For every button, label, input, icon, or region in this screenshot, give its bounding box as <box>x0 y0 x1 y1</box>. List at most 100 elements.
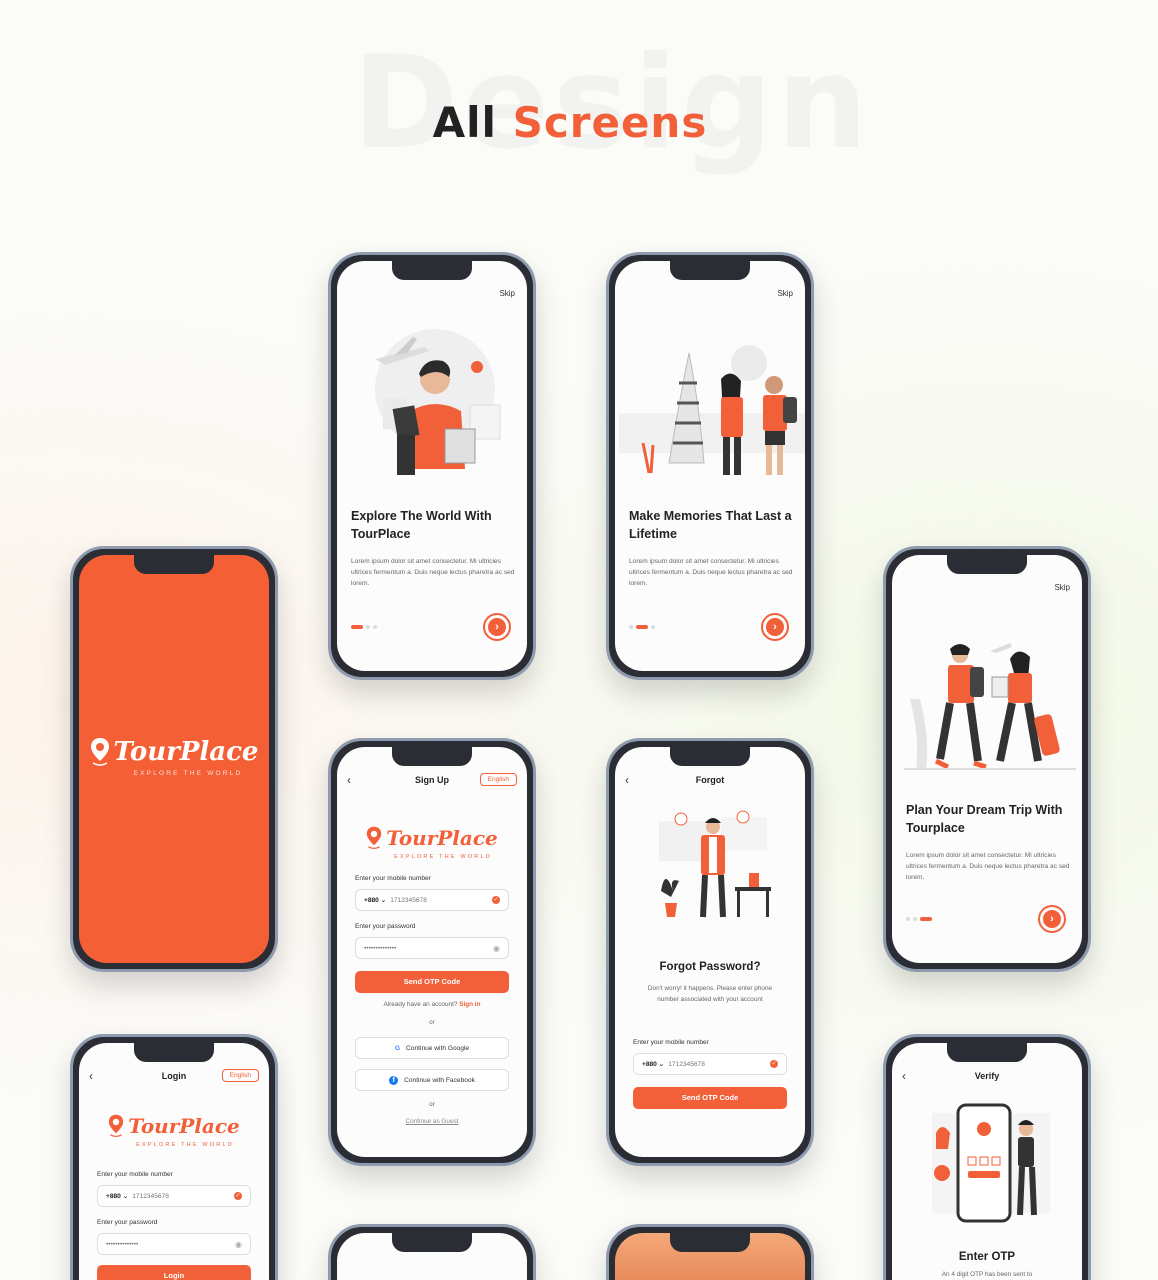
check-icon: ✓ <box>770 1060 778 1068</box>
indicator-dot <box>351 625 363 629</box>
password-field[interactable]: •••••••••••••• ◉ <box>355 937 509 959</box>
notch <box>947 555 1027 574</box>
page-indicator <box>629 625 655 629</box>
next-button[interactable]: › <box>761 613 789 641</box>
brand-name: TourPlace <box>113 737 259 767</box>
google-label: Continue with Google <box>406 1044 470 1052</box>
phone-splash: TourPlace EXPLORE THE WORLD <box>70 546 278 972</box>
skip-link[interactable]: Skip <box>1054 583 1070 592</box>
check-icon: ✓ <box>492 896 500 904</box>
couple-city-illustration <box>619 345 805 475</box>
language-button[interactable]: English <box>479 773 517 786</box>
or-divider: or <box>429 1019 435 1026</box>
indicator-dot <box>913 917 917 921</box>
password-value: •••••••••••••• <box>364 944 397 952</box>
onboarding-title: Plan Your Dream Trip With Tourplace <box>906 803 1063 835</box>
onboarding-title: Make Memories That Last a Lifetime <box>629 509 792 541</box>
mobile-value: 1712345678 <box>390 896 427 904</box>
next-button[interactable]: › <box>1038 905 1066 933</box>
password-label: Enter your password <box>97 1219 158 1226</box>
page-headline: All Screens <box>0 98 1140 147</box>
eye-icon[interactable]: ◉ <box>493 944 500 953</box>
chevron-right-icon: › <box>488 618 506 636</box>
indicator-dot <box>906 917 910 921</box>
country-code-select[interactable]: +880 ⌄ <box>106 1192 128 1200</box>
skip-link[interactable]: Skip <box>499 289 515 298</box>
phone-forgot: ‹ Forgot Forgot Password? Don't worry! i… <box>606 738 814 1166</box>
brand-logo: TourPlace EXPLORE THE WORLD <box>337 825 527 860</box>
page-indicator <box>351 625 377 629</box>
indicator-dot <box>366 625 370 629</box>
brand-tagline: EXPLORE THE WORLD <box>394 854 492 860</box>
login-screen: ‹ Login English TourPlace EXPLORE THE WO… <box>79 1043 269 1280</box>
send-otp-button[interactable]: Send OTP Code <box>633 1087 787 1109</box>
brand-logo: TourPlace EXPLORE THE WORLD <box>79 1113 269 1148</box>
mobile-label: Enter your mobile number <box>633 1039 709 1046</box>
headline-accent: Screens <box>512 98 708 147</box>
onboarding-screen-3: Skip Plan Your Dream Trip With Tourplace… <box>892 555 1082 963</box>
onboarding-screen-1: Skip Explore The World With TourPlace Lo… <box>337 261 527 671</box>
chevron-right-icon: › <box>1043 910 1061 928</box>
traveler-illustration <box>375 329 501 475</box>
brand-name: TourPlace <box>386 826 498 850</box>
splash-screen: TourPlace EXPLORE THE WORLD <box>79 555 269 963</box>
have-account-label: Already have an account? <box>383 1001 458 1008</box>
onboarding-body: Lorem ipsum dolor sit amet consectetur. … <box>351 558 515 587</box>
phone-onboarding-1: Skip Explore The World With TourPlace Lo… <box>328 252 536 680</box>
skip-link[interactable]: Skip <box>777 289 793 298</box>
verify-description: An 4 digit OTP has been sent to <box>941 1271 1033 1278</box>
forgot-description: Don't worry! it happens. Please enter ph… <box>647 985 773 1003</box>
notch <box>947 1043 1027 1062</box>
map-pin-icon <box>109 1114 124 1137</box>
notch <box>670 1233 750 1252</box>
map-pin-icon <box>367 826 382 849</box>
verify-heading: Enter OTP <box>958 1251 1016 1263</box>
indicator-dot <box>373 625 377 629</box>
language-button[interactable]: English <box>221 1069 259 1082</box>
phone-onboarding-3: Skip Plan Your Dream Trip With Tourplace… <box>883 546 1091 972</box>
phone-signup: ‹ Sign Up English TourPlace EXPLORE THE … <box>328 738 536 1166</box>
mobile-field[interactable]: +880 ⌄ 1712345678 ✓ <box>355 889 509 911</box>
password-field[interactable]: •••••••••••••• ◉ <box>97 1233 251 1255</box>
phone-partial-2 <box>606 1224 814 1280</box>
phone-onboarding-2: Skip Make Memories That Last a Lifetime … <box>606 252 814 680</box>
brand-tagline: EXPLORE THE WORLD <box>136 1142 234 1148</box>
or-divider: or <box>429 1101 435 1108</box>
signup-topbar: ‹ Sign Up English <box>337 773 527 789</box>
notch <box>392 261 472 280</box>
google-icon: G <box>394 1044 401 1052</box>
signin-link[interactable]: Sign in <box>459 1001 480 1008</box>
facebook-icon: f <box>389 1075 399 1085</box>
next-button[interactable]: › <box>483 613 511 641</box>
partial-screen-1 <box>337 1233 527 1280</box>
notch <box>670 261 750 280</box>
send-otp-button[interactable]: Send OTP Code <box>355 971 509 993</box>
notch <box>392 747 472 766</box>
guest-link[interactable]: Continue as Guest <box>337 1118 527 1125</box>
login-button[interactable]: Login <box>97 1265 251 1280</box>
indicator-dot <box>920 917 932 921</box>
splash-logo: TourPlace EXPLORE THE WORLD <box>79 737 269 777</box>
mobile-field[interactable]: +880 ⌄ 1712345678 ✓ <box>97 1185 251 1207</box>
notch <box>670 747 750 766</box>
google-button[interactable]: G Continue with Google <box>355 1037 509 1059</box>
mobile-value: 1712345678 <box>668 1060 705 1068</box>
mobile-field[interactable]: +880 ⌄ 1712345678 ✓ <box>633 1053 787 1075</box>
notch <box>134 555 214 574</box>
verify-topbar: ‹ Verify <box>892 1069 1082 1085</box>
headline-dark: All <box>432 98 497 147</box>
country-code-select[interactable]: +880 ⌄ <box>642 1060 664 1068</box>
eye-icon[interactable]: ◉ <box>235 1240 242 1249</box>
page-indicator <box>906 917 932 921</box>
forgot-heading: Forgot Password? <box>659 961 761 973</box>
indicator-dot <box>629 625 633 629</box>
facebook-button[interactable]: f Continue with Facebook <box>355 1069 509 1091</box>
country-code-select[interactable]: +880 ⌄ <box>364 896 386 904</box>
map-pin-icon <box>90 738 109 766</box>
notch <box>134 1043 214 1062</box>
password-value: •••••••••••••• <box>106 1240 139 1248</box>
indicator-dot <box>636 625 648 629</box>
verify-title: Verify <box>974 1071 1000 1081</box>
notch <box>392 1233 472 1252</box>
mobile-label: Enter your mobile number <box>355 875 431 882</box>
